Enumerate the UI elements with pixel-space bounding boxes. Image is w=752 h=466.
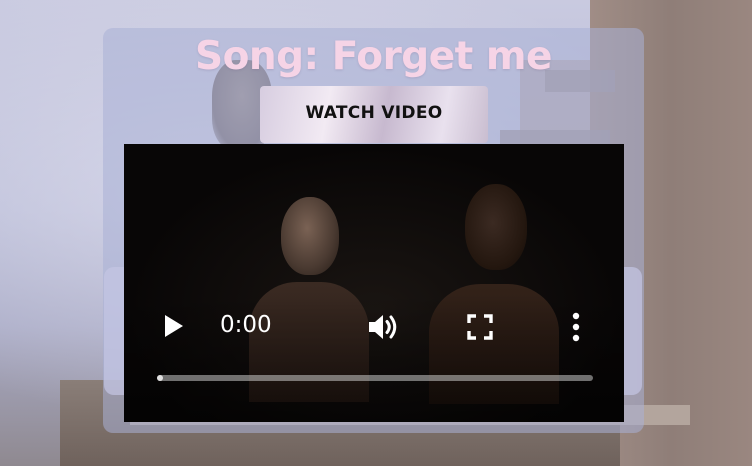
progress-fill (157, 375, 163, 381)
progress-bar[interactable] (157, 375, 593, 381)
fullscreen-button[interactable] (467, 314, 493, 340)
volume-icon (369, 315, 397, 339)
video-player[interactable]: 0:00 (124, 144, 624, 422)
current-time: 0:00 (220, 312, 272, 338)
song-title: Song: Forget me (194, 34, 553, 79)
fullscreen-icon (467, 314, 493, 340)
more-options-button[interactable] (570, 312, 582, 342)
play-icon (165, 315, 183, 337)
play-button[interactable] (162, 313, 186, 339)
watch-video-button[interactable]: WATCH VIDEO (260, 86, 488, 143)
volume-button[interactable] (367, 312, 401, 342)
more-vertical-icon (572, 312, 580, 342)
